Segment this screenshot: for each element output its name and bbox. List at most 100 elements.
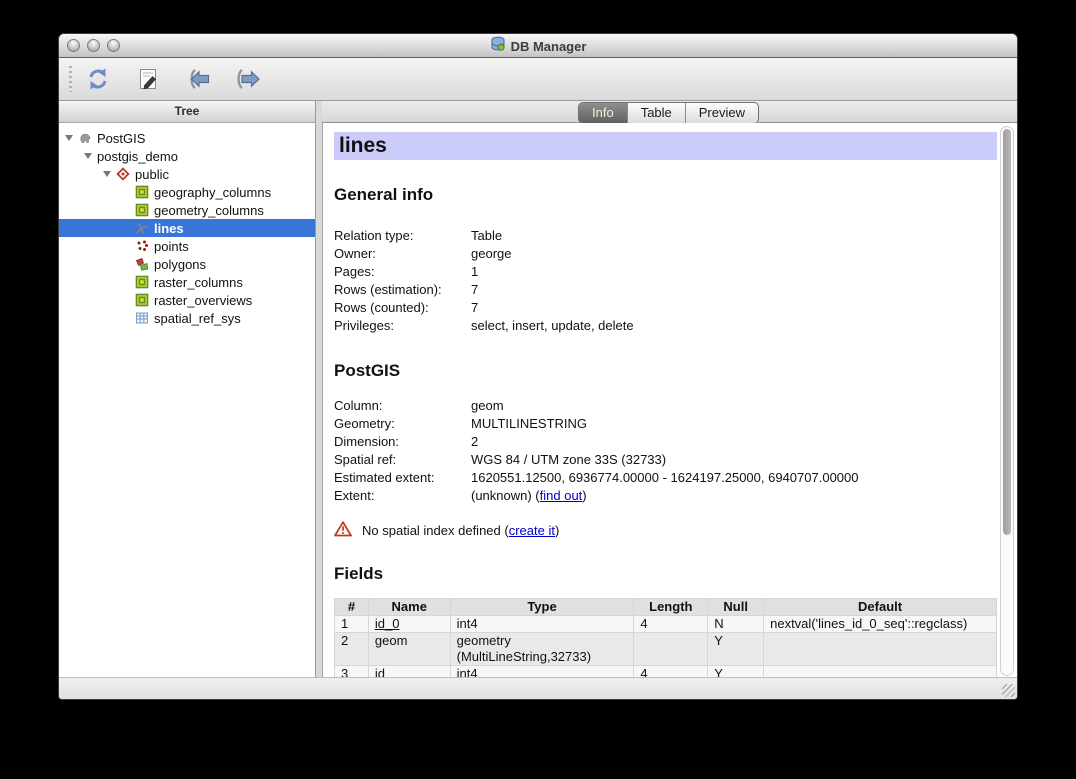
tree-item-label: points [154, 239, 189, 254]
info-value: 7 [471, 299, 478, 317]
info-label: Geometry: [334, 415, 471, 433]
titlebar: DB Manager [59, 34, 1017, 58]
extent-label: Extent: [334, 487, 471, 505]
vertical-scrollbar[interactable] [1000, 126, 1014, 676]
table-icon [135, 185, 149, 199]
info-value: 1620551.12500, 6936774.00000 - 1624197.2… [471, 469, 859, 487]
grid-table-icon [135, 311, 149, 325]
sql-window-button[interactable] [130, 63, 166, 95]
tab-label: Preview [699, 105, 745, 120]
scrollbar-thumb[interactable] [1003, 129, 1011, 535]
page-title: lines [334, 132, 997, 160]
refresh-button[interactable] [80, 63, 116, 95]
info-row: Spatial ref: WGS 84 / UTM zone 33S (3273… [334, 451, 997, 469]
warning-text: No spatial index defined (create it) [362, 523, 559, 538]
tab-label: Info [592, 105, 614, 120]
fields-table-body: 1 id_0 int4 4 N nextval('lines_id_0_seq'… [335, 616, 997, 680]
disclosure-triangle-icon[interactable] [65, 135, 73, 141]
toolbar [59, 58, 1017, 101]
tree-item-label: lines [154, 221, 184, 236]
tree-item[interactable]: public [59, 165, 315, 183]
info-row: Rows (estimation): 7 [334, 281, 997, 299]
database-icon [490, 36, 506, 57]
tab-label: Table [641, 105, 672, 120]
find-out-link[interactable]: find out [540, 488, 583, 503]
postgis-list: Column: geom Geometry: MULTILINESTRING D… [334, 397, 997, 487]
details-panel: Info Table Preview lines General info Re… [322, 101, 1017, 679]
field-name: geom [368, 633, 450, 666]
info-label: Spatial ref: [334, 451, 471, 469]
info-row: Privileges: select, insert, update, dele… [334, 317, 997, 335]
field-length [634, 633, 708, 666]
tree-item-label: polygons [154, 257, 206, 272]
info-label: Relation type: [334, 227, 471, 245]
tree-item[interactable]: postgis_demo [59, 147, 315, 165]
info-label: Column: [334, 397, 471, 415]
field-row: 2 geom geometry (MultiLineString,32733) … [335, 633, 997, 666]
info-label: Rows (estimation): [334, 281, 471, 299]
info-row: Rows (counted): 7 [334, 299, 997, 317]
tree-list: PostGIS postgis_demo [59, 123, 315, 679]
line-layer-icon [135, 221, 149, 235]
polygon-layer-icon [135, 257, 149, 271]
tree-item[interactable]: raster_columns [59, 273, 315, 291]
export-arrow-icon [235, 68, 261, 90]
info-label: Owner: [334, 245, 471, 263]
spatial-index-warning: No spatial index defined (create it) [334, 520, 997, 540]
tree-item-label: postgis_demo [97, 149, 178, 164]
import-layer-button[interactable] [180, 63, 216, 95]
disclosure-triangle-icon[interactable] [103, 171, 111, 177]
info-value: geom [471, 397, 504, 415]
fields-header-row: # Name Type Length Null Default [335, 599, 997, 616]
tree-item[interactable]: polygons [59, 255, 315, 273]
tab[interactable]: Table [628, 103, 686, 123]
general-info-heading: General info [334, 185, 997, 205]
field-null: Y [708, 633, 764, 666]
create-it-link[interactable]: create it [509, 523, 555, 538]
info-row: Estimated extent: 1620551.12500, 6936774… [334, 469, 997, 487]
tab[interactable]: Info [579, 103, 628, 123]
info-label: Dimension: [334, 433, 471, 451]
field-type: geometry (MultiLineString,32733) [450, 633, 634, 666]
tab-bar: Info Table Preview [322, 101, 1017, 123]
import-arrow-icon [185, 68, 211, 90]
field-name: id_0 [368, 616, 450, 633]
tree-item[interactable]: points [59, 237, 315, 255]
col-header-default: Default [764, 599, 997, 616]
info-row: Pages: 1 [334, 263, 997, 281]
export-layer-button[interactable] [230, 63, 266, 95]
tree-item[interactable]: geography_columns [59, 183, 315, 201]
tree-item-label: PostGIS [97, 131, 145, 146]
info-row: Owner: george [334, 245, 997, 263]
info-label: Pages: [334, 263, 471, 281]
table-icon [135, 293, 149, 307]
col-header-null: Null [708, 599, 764, 616]
tree-item[interactable]: geometry_columns [59, 201, 315, 219]
info-label: Estimated extent: [334, 469, 471, 487]
field-default: nextval('lines_id_0_seq'::regclass) [764, 616, 997, 633]
resize-grip[interactable] [1002, 684, 1015, 697]
tree-item[interactable]: PostGIS [59, 129, 315, 147]
table-icon [135, 203, 149, 217]
info-value: 1 [471, 263, 478, 281]
point-layer-icon [135, 239, 149, 253]
tab[interactable]: Preview [686, 103, 758, 123]
tree-item[interactable]: spatial_ref_sys [59, 309, 315, 327]
col-header-type: Type [450, 599, 634, 616]
field-num: 2 [335, 633, 369, 666]
db-manager-window: DB Manager [58, 33, 1018, 700]
info-value: select, insert, update, delete [471, 317, 634, 335]
info-value: 2 [471, 433, 478, 451]
tab-segmented-control: Info Table Preview [578, 102, 759, 124]
field-num: 1 [335, 616, 369, 633]
toolbar-drag-handle[interactable] [69, 66, 72, 92]
tree-panel-title: Tree [59, 101, 315, 123]
disclosure-triangle-icon[interactable] [84, 153, 92, 159]
sql-window-icon [137, 67, 159, 91]
tree-item[interactable]: raster_overviews [59, 291, 315, 309]
field-null: N [708, 616, 764, 633]
fields-table: # Name Type Length Null Default 1 id_0 i… [334, 598, 997, 679]
field-length: 4 [634, 616, 708, 633]
info-content-frame: lines General info Relation type: Table … [322, 123, 1017, 679]
tree-item[interactable]: lines [59, 219, 315, 237]
